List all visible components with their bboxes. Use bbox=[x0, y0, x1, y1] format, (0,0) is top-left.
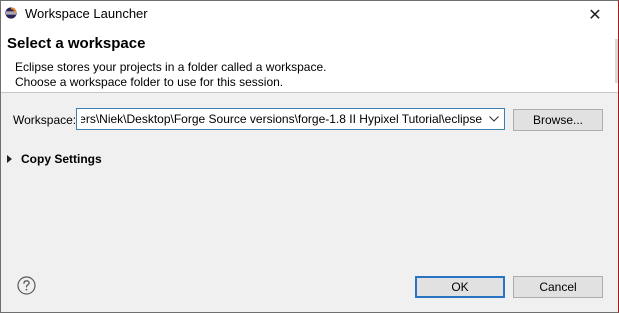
combo-left-padding bbox=[77, 109, 81, 129]
cancel-button[interactable]: Cancel bbox=[513, 276, 603, 298]
workspace-combo[interactable]: ers\Niek\Desktop\Forge Source versions\f… bbox=[76, 108, 505, 130]
expand-arrow-icon[interactable] bbox=[7, 155, 12, 163]
workspace-label: Workspace: bbox=[13, 113, 77, 127]
banner-description-line-2: Choose a workspace folder to use for thi… bbox=[15, 75, 284, 89]
window-title: Workspace Launcher bbox=[25, 6, 148, 21]
eclipse-icon bbox=[5, 7, 17, 19]
copy-settings-toggle[interactable]: Copy Settings bbox=[7, 152, 102, 166]
browse-button[interactable]: Browse... bbox=[513, 109, 603, 131]
close-icon: ✕ bbox=[588, 4, 602, 24]
title-bar: Workspace Launcher ✕ bbox=[1, 1, 618, 27]
workspace-path-input[interactable]: ers\Niek\Desktop\Forge Source versions\f… bbox=[79, 112, 482, 126]
workspace-launcher-dialog: Workspace Launcher ✕ Select a workspace … bbox=[0, 0, 619, 313]
chevron-down-icon bbox=[489, 116, 499, 122]
dropdown-button[interactable] bbox=[484, 109, 504, 129]
banner-title: Select a workspace bbox=[7, 35, 146, 52]
ok-button[interactable]: OK bbox=[415, 276, 505, 298]
copy-settings-label[interactable]: Copy Settings bbox=[21, 152, 102, 166]
banner-description-line-1: Eclipse stores your projects in a folder… bbox=[15, 60, 327, 74]
header-banner: Select a workspace Eclipse stores your p… bbox=[1, 27, 618, 93]
close-button[interactable]: ✕ bbox=[572, 1, 618, 27]
help-icon[interactable] bbox=[17, 276, 36, 295]
banner-divider bbox=[615, 39, 618, 83]
